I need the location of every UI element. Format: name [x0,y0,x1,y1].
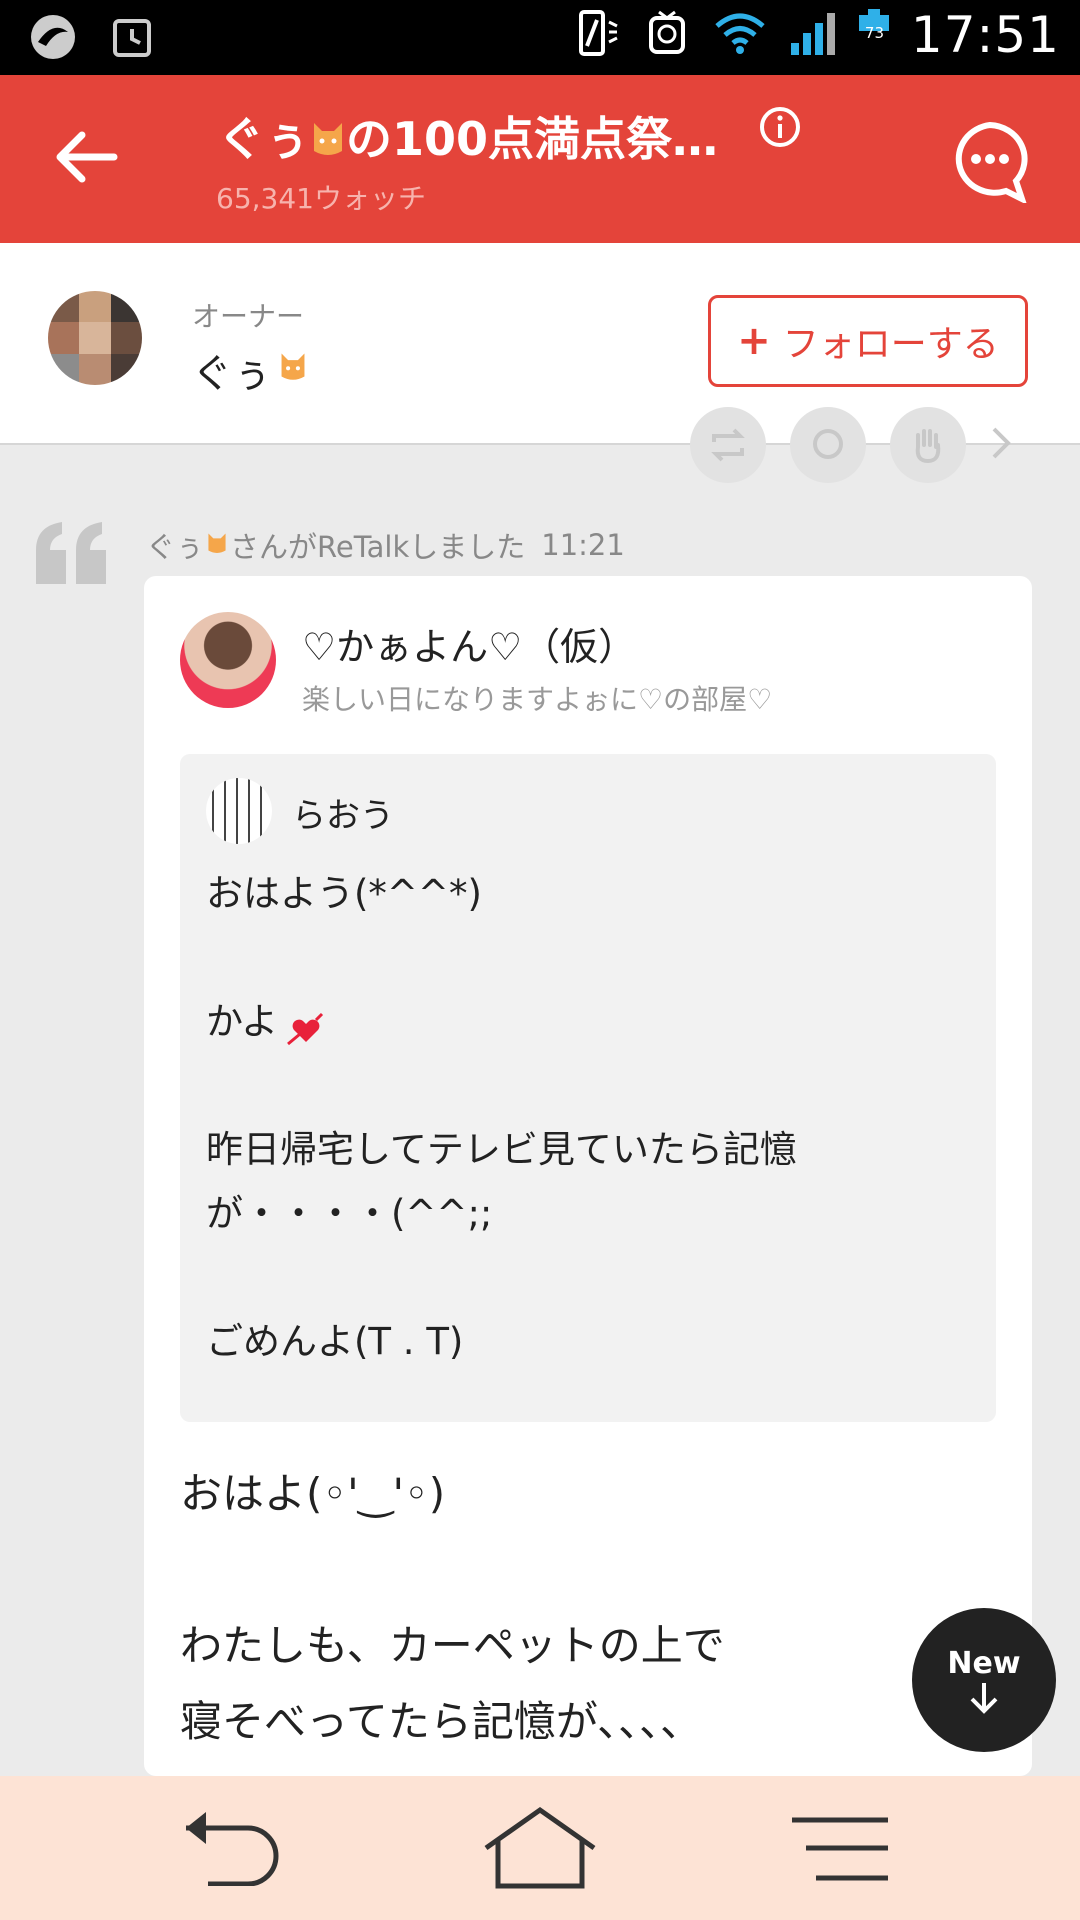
chat-button[interactable] [948,119,1032,205]
new-posts-button[interactable]: New [912,1608,1056,1752]
owner-label: オーナー [192,300,305,333]
app-swirl-icon [28,12,78,66]
back-button[interactable] [52,127,122,187]
follow-button[interactable]: + フォローする [708,295,1028,387]
chevron-right-icon [992,427,1011,459]
cat-icon [310,115,346,170]
battery-level: 73 [864,24,884,42]
vibrate-icon [575,8,621,62]
quoted-avatar [206,778,272,844]
quoted-body: おはよう(*^^*) かよ 昨日帰宅してテレビ見ていたら記憶 が・・・・(^^;… [206,872,797,1363]
nav-menu-button[interactable] [790,1816,890,1882]
like-button[interactable] [890,407,966,483]
follow-label: フォローする [782,324,999,365]
nav-back-button[interactable] [178,1810,288,1887]
retalk-text: さんがReTalkしました [230,530,526,564]
arrow-left-icon [56,131,118,183]
owner-name[interactable]: ぐぅ [192,341,308,399]
poster-avatar[interactable] [180,612,276,708]
owner-name-text: ぐぅ [192,351,272,397]
app-bar: ぐぅ の100点満点祭… 65,341ウォッチ [0,75,1080,243]
more-button[interactable] [990,425,1014,465]
info-button[interactable] [758,105,802,149]
status-time: 17:51 [910,6,1060,64]
heart-arrow-icon [286,1012,324,1050]
alarm-icon [112,15,152,63]
wifi-icon [713,10,767,60]
post-body: おはよ(◦'‿'◦) わたしも、カーペットの上で 寝そべってたら記憶が、、、、 [180,1469,725,1746]
back-icon [186,1812,279,1887]
system-nav-bar [0,1776,1080,1920]
retalk-icon [711,428,745,462]
title-suffix: の100点満点祭… [346,112,719,166]
menu-icon [792,1817,888,1881]
retalk-info: ぐぅ さんがReTalkしました 11:21 [146,524,625,566]
status-bar: 73 17:51 [0,0,1080,75]
notification-icon [643,8,691,62]
nav-home-button[interactable] [482,1806,598,1890]
quoted-author: らおう [292,796,394,836]
watch-count: 65,341ウォッチ [216,182,426,215]
quoted-post[interactable]: らおう おはよう(*^^*) かよ 昨日帰宅してテレビ見ていたら記憶 が・・・・… [180,754,996,1422]
poster-room[interactable]: 楽しい日になりますよぉに♡の部屋♡ [302,678,772,718]
signal-icon [789,9,837,61]
chat-bubble-icon [955,121,1028,205]
cat-icon [206,528,228,563]
post-card: ♡かぁよん♡（仮） 楽しい日になりますよぉに♡の部屋♡ らおう おはよう(*^^… [144,576,1032,1776]
owner-avatar[interactable] [48,291,142,385]
action-row [690,407,1014,490]
poster-name[interactable]: ♡かぁよん♡（仮） [302,616,636,671]
retalk-button[interactable] [690,407,766,483]
comment-icon [813,429,843,459]
battery-icon: 73 [858,7,889,63]
info-icon [760,107,800,147]
plus-icon: + [737,318,771,364]
title-name: ぐぅ [218,112,310,166]
retalk-user: ぐぅ [146,530,205,564]
comment-button[interactable] [790,407,866,483]
new-label: New [947,1645,1021,1681]
arrow-down-icon [970,1682,998,1714]
home-icon [484,1806,596,1889]
hand-icon [915,429,941,464]
retalk-time: 11:21 [541,528,625,562]
quote-icon [34,520,110,590]
cat-icon [278,347,308,393]
page-title: ぐぅ の100点満点祭… [218,103,718,170]
